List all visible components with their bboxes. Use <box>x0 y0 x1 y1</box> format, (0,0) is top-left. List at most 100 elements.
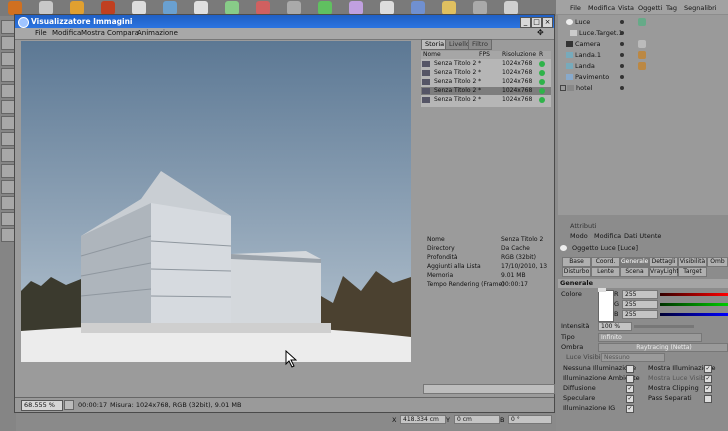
visibility-dot[interactable] <box>620 75 624 79</box>
toolbar-tool-icon[interactable] <box>194 1 208 15</box>
tab-filtro[interactable]: Filtro <box>468 39 492 50</box>
y-coordinate-field[interactable]: 0 cm <box>454 415 500 424</box>
toolbar-tool-icon[interactable] <box>349 1 363 15</box>
zoom-dropdown-icon[interactable] <box>64 400 74 410</box>
toolbar-tool-icon[interactable] <box>225 1 239 15</box>
toolbar-tool-icon[interactable] <box>101 1 115 15</box>
r-slider[interactable] <box>660 293 728 296</box>
toolbar-tool-icon[interactable] <box>132 1 146 15</box>
expand-icon[interactable] <box>560 85 566 91</box>
toolbar-tool-icon[interactable] <box>70 1 84 15</box>
tab-ombra[interactable]: Omb <box>707 257 728 267</box>
menu-vista[interactable]: Vista <box>618 4 634 12</box>
close-button[interactable]: × <box>542 17 553 28</box>
visible-light-dropdown[interactable]: Nessuno <box>601 353 665 362</box>
tab-lente[interactable]: Lente <box>591 267 620 277</box>
menu-modifica[interactable]: Modifica <box>52 29 81 37</box>
object-row-landa1[interactable]: Landa.1 <box>558 50 728 60</box>
tab-visibilita[interactable]: Visibilità <box>678 257 707 267</box>
menu-file[interactable]: File <box>570 4 581 12</box>
toolbar-tool-icon[interactable] <box>318 1 332 15</box>
tab-scena[interactable]: Scena <box>620 267 649 277</box>
menu-compara[interactable]: Compara <box>107 29 139 37</box>
zoom-field[interactable]: 68.555 % <box>21 400 63 411</box>
left-tool-icon[interactable] <box>1 164 15 178</box>
left-tool-icon[interactable] <box>1 196 15 210</box>
tab-base[interactable]: Base <box>562 257 591 267</box>
left-tool-icon[interactable] <box>1 116 15 130</box>
object-row-luce-target[interactable]: Luce.Target.1 <box>558 28 728 38</box>
color-swatch[interactable] <box>598 290 614 322</box>
toolbar-tool-icon[interactable] <box>411 1 425 15</box>
tab-dettagli[interactable]: Dettagli <box>649 257 678 267</box>
visibility-dot[interactable] <box>620 86 624 90</box>
minimize-button[interactable]: _ <box>520 17 531 28</box>
menu-dati-utente[interactable]: Dati Utente <box>624 231 661 241</box>
toolbar-tool-icon[interactable] <box>287 1 301 15</box>
history-row-selected[interactable]: Senza Titolo 2 * 1024x768 <box>421 87 551 95</box>
g-slider[interactable] <box>660 303 728 306</box>
shadow-dropdown[interactable]: Raytracing (Netta) <box>598 343 728 352</box>
type-dropdown[interactable]: Infinito <box>598 333 702 342</box>
left-tool-icon[interactable] <box>1 180 15 194</box>
visibility-dot[interactable] <box>620 31 624 35</box>
horizontal-scrollbar[interactable] <box>423 384 555 394</box>
toolbar-tool-icon[interactable] <box>39 1 53 15</box>
viewer-titlebar[interactable]: Visualizzatore Immagini _ □ × <box>15 15 554 28</box>
color-picker-icon[interactable] <box>598 288 606 292</box>
pin-icon[interactable]: ✥ <box>537 28 544 37</box>
show-visible-light-checkbox[interactable]: ✓ <box>704 375 712 383</box>
tab-disturbo[interactable]: Disturbo <box>562 267 591 277</box>
gi-illumination-checkbox[interactable]: ✓ <box>626 405 634 413</box>
history-row[interactable]: Senza Titolo 2 * 1024x768 <box>421 60 551 68</box>
object-row-camera[interactable]: Camera <box>558 39 728 49</box>
material-tag-icon[interactable] <box>638 51 646 59</box>
left-tool-icon[interactable] <box>1 148 15 162</box>
menu-tag[interactable]: Tag <box>666 4 677 12</box>
material-tag-icon[interactable] <box>638 62 646 70</box>
object-row-landa[interactable]: Landa <box>558 61 728 71</box>
tag-icon[interactable] <box>638 18 646 26</box>
tab-generale[interactable]: Generale <box>620 257 649 267</box>
left-tool-icon[interactable] <box>1 212 15 226</box>
left-tool-icon[interactable] <box>1 228 15 242</box>
rendered-image[interactable] <box>21 41 411 362</box>
specular-checkbox[interactable]: ✓ <box>626 395 634 403</box>
tab-vraylight[interactable]: VrayLight <box>649 267 679 277</box>
toolbar-tool-icon[interactable] <box>504 1 518 15</box>
toolbar-tool-icon[interactable] <box>380 1 394 15</box>
menu-mostra[interactable]: Mostra <box>81 29 105 37</box>
left-tool-icon[interactable] <box>1 100 15 114</box>
menu-segnalibri[interactable]: Segnalibri <box>684 4 717 12</box>
x-coordinate-field[interactable]: 418.334 cm <box>400 415 446 424</box>
b-value-field[interactable]: 255 <box>622 310 658 319</box>
object-row-luce[interactable]: Luce <box>558 17 728 27</box>
visibility-dot[interactable] <box>620 53 624 57</box>
left-tool-icon[interactable] <box>1 20 15 34</box>
menu-modifica[interactable]: Modifica <box>594 231 621 241</box>
visibility-dot[interactable] <box>620 64 624 68</box>
intensity-slider[interactable] <box>634 325 694 328</box>
tab-target[interactable]: Target <box>678 267 707 277</box>
menu-modifica[interactable]: Modifica <box>588 4 615 12</box>
menu-oggetti[interactable]: Oggetti <box>638 4 662 12</box>
menu-modo[interactable]: Modo <box>570 231 588 241</box>
left-tool-icon[interactable] <box>1 132 15 146</box>
toolbar-tool-icon[interactable] <box>256 1 270 15</box>
menu-animazione[interactable]: Animazione <box>137 29 178 37</box>
ambient-illumination-checkbox[interactable] <box>626 375 634 383</box>
left-tool-icon[interactable] <box>1 84 15 98</box>
intensity-field[interactable]: 100 % <box>598 322 632 331</box>
object-row-pavimento[interactable]: Pavimento <box>558 72 728 82</box>
show-illumination-checkbox[interactable]: ✓ <box>704 365 712 373</box>
object-row-hotel[interactable]: hotel <box>558 83 728 93</box>
visibility-dot[interactable] <box>620 20 624 24</box>
show-clipping-checkbox[interactable]: ✓ <box>704 385 712 393</box>
diffusion-checkbox[interactable]: ✓ <box>626 385 634 393</box>
b-rotation-field[interactable]: 0 ° <box>508 415 552 424</box>
no-illumination-checkbox[interactable] <box>626 365 634 373</box>
left-tool-icon[interactable] <box>1 36 15 50</box>
visibility-dot[interactable] <box>620 42 624 46</box>
toolbar-tool-icon[interactable] <box>473 1 487 15</box>
toolbar-tool-icon[interactable] <box>442 1 456 15</box>
